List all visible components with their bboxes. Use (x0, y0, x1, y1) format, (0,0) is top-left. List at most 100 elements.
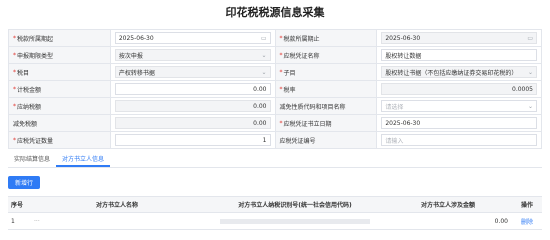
field-value-text: 2025-06-30 (118, 34, 154, 42)
field-label-text: 应税凭证书立日期 (283, 120, 332, 128)
field-label-text: 子目 (283, 69, 296, 77)
row-name-value: ··· (34, 217, 40, 225)
field-label: * 税率 (275, 81, 378, 97)
text-field[interactable]: 0.00 (114, 83, 271, 95)
required-asterisk: * (279, 119, 283, 127)
required-asterisk: * (13, 102, 16, 110)
required-asterisk: * (13, 51, 16, 59)
field-label-text: 税款所属期止 (283, 35, 320, 43)
field-label: * 申报期限类型 (9, 47, 111, 63)
field-value-cell: 0.00 (111, 115, 276, 131)
field-value-cell: 产权转移书据 ⌄ (111, 64, 276, 80)
select-field[interactable]: 请选择 ⌄ (381, 100, 537, 112)
field-label-text: 计税金额 (17, 86, 42, 94)
tab-actual-settlement[interactable]: 实际结算信息 (8, 152, 56, 167)
field-label: * 应税凭证数量 (9, 132, 111, 148)
required-asterisk: * (13, 34, 16, 42)
form-row: * 税目 产权转移书据 ⌄ * 子目 股权转让书据（不包括应缴纳证券交易印花税的） ⌄ (9, 64, 542, 81)
text-field[interactable]: 2025-06-30 (381, 117, 537, 129)
row-index: 1 (11, 217, 15, 225)
text-field[interactable]: 0.00 (114, 117, 271, 129)
field-value-cell: 股权转让数据 (377, 47, 542, 63)
text-field[interactable]: 1 (114, 134, 271, 146)
form-row: * 计税金额 0.00 * 税率 0.0005 (9, 81, 542, 98)
tab-bar: 实际结算信息 对方书立人信息 (8, 152, 542, 168)
field-label-text: 应税凭证名称 (283, 52, 320, 60)
chevron-down-icon: ⌄ (527, 102, 533, 110)
form-row: * 申报期限类型 按次申报 ⌄ * 应税凭证名称 股权转让数据 (9, 47, 542, 64)
field-value-text: 0.00 (253, 119, 267, 127)
required-asterisk: * (279, 68, 283, 76)
calendar-icon: ▭ (260, 34, 267, 42)
field-label: * 子目 (275, 64, 378, 80)
text-field[interactable]: 股权转让数据 (381, 49, 537, 61)
field-value-text: 1 (262, 136, 267, 144)
required-asterisk: * (13, 68, 16, 76)
field-label-text: 应纳税额 (17, 103, 42, 111)
row-name-input[interactable]: ··· (28, 218, 206, 225)
field-value-text: 股权转让书据（不包括应缴纳证券交易印花税的） (385, 69, 518, 77)
delete-row-link[interactable]: 删除 (512, 217, 542, 226)
tab-counterparty-info[interactable]: 对方书立人信息 (56, 152, 111, 167)
field-value-text: 股权转让数据 (385, 52, 422, 60)
table-header: 序号 对方书立人名称 对方书立人纳税识别号(统一社会信用代码) 对方书立人涉及金… (8, 196, 542, 213)
field-value-cell: 2025-06-30 ▭ (377, 30, 542, 46)
header-amount: 对方书立人涉及金额 (420, 202, 475, 209)
field-label: 应税凭证编号 (275, 132, 378, 148)
page-title: 印花税税源信息采集 (225, 6, 325, 19)
calendar-icon: ▭ (527, 34, 533, 42)
text-field[interactable]: 0.00 (114, 100, 271, 112)
field-label: * 税款所属期止 (275, 30, 378, 46)
field-value-cell: 按次申报 ⌄ (111, 47, 276, 63)
field-label: * 应税凭证书立日期 (275, 115, 378, 131)
counterparty-table: 序号 对方书立人名称 对方书立人纳税识别号(统一社会信用代码) 对方书立人涉及金… (8, 196, 542, 230)
header-name: 对方书立人名称 (95, 202, 138, 209)
required-asterisk: * (279, 51, 283, 59)
field-label-text: 申报期限类型 (17, 52, 54, 60)
select-field[interactable]: 按次申报 ⌄ (114, 49, 271, 61)
field-value-text: 2025-06-30 (385, 119, 421, 127)
field-value-text: 产权转移书据 (118, 69, 155, 77)
row-tax-id-input[interactable] (206, 218, 384, 225)
field-value-cell: 0.00 (111, 98, 276, 114)
form-row: 减免税额 0.00 * 应税凭证书立日期 2025-06-30 (9, 115, 542, 132)
field-label-text: 应税凭证编号 (279, 137, 316, 145)
select-field[interactable]: 产权转移书据 ⌄ (114, 66, 271, 78)
header-action: 操作 (520, 202, 533, 209)
date-field[interactable]: 2025-06-30 ▭ (381, 32, 537, 44)
field-label: * 计税金额 (9, 81, 111, 97)
field-label-text: 减免税额 (13, 120, 38, 128)
select-field[interactable]: 股权转让书据（不包括应缴纳证券交易印花税的） ⌄ (381, 66, 537, 78)
field-value-text: 0.00 (253, 102, 267, 110)
field-value-text: 2025-06-30 (385, 34, 421, 42)
field-label: * 应税凭证名称 (275, 47, 378, 63)
field-value-cell: 2025-06-30 (377, 115, 542, 131)
tax-source-form: * 税款所属期起 2025-06-30 ▭ * 税款所属期止 2025-06-30 ▭ * 申报期… (8, 29, 542, 149)
required-asterisk: * (279, 85, 283, 93)
field-label: * 应纳税额 (9, 98, 111, 114)
row-amount-input[interactable]: 0.00 (384, 218, 512, 225)
header-index: 序号 (11, 202, 24, 209)
field-label-text: 税款所属期起 (17, 35, 54, 43)
required-asterisk: * (279, 34, 283, 42)
redacted-tax-id (220, 218, 370, 224)
date-field[interactable]: 2025-06-30 ▭ (114, 32, 271, 44)
field-value-cell: 0.0005 (377, 81, 542, 97)
field-value-text: 按次申报 (118, 52, 143, 60)
chevron-down-icon: ⌄ (261, 68, 267, 76)
chevron-down-icon: ⌄ (527, 68, 533, 76)
required-asterisk: * (13, 136, 16, 144)
field-value-text: 0.00 (253, 85, 267, 93)
text-field[interactable]: 请输入 (381, 134, 537, 146)
field-label: 减免税额 (9, 115, 111, 131)
header-tax-id: 对方书立人纳税识别号(统一社会信用代码) (238, 202, 352, 209)
field-value-cell: 请输入 (377, 132, 542, 148)
field-label: * 税目 (9, 64, 111, 80)
field-label-text: 税率 (283, 86, 296, 94)
field-value-text: 请选择 (385, 103, 404, 111)
add-row-button[interactable]: 新增行 (8, 176, 40, 189)
text-field[interactable]: 0.0005 (381, 83, 537, 95)
table-row: 1 ··· 0.00 删除 (8, 213, 542, 230)
field-label-text: 税目 (17, 69, 30, 77)
field-label: * 税款所属期起 (9, 30, 111, 46)
